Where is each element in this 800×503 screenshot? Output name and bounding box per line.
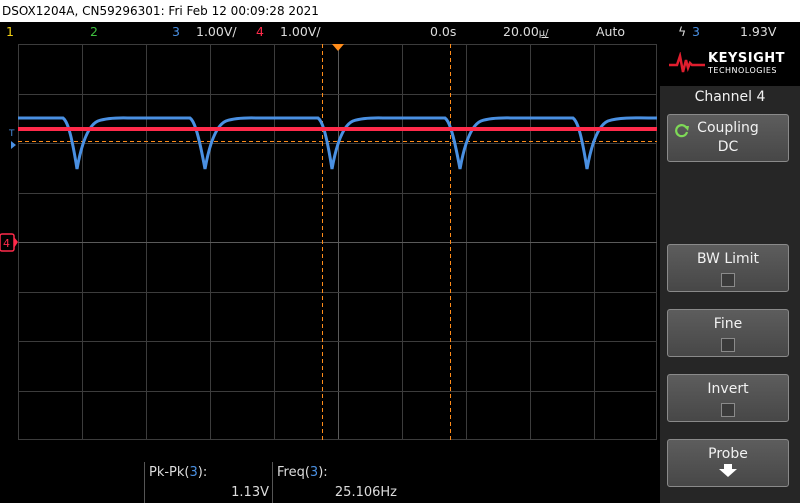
coupling-softkey[interactable]: Coupling DC [667,114,789,162]
waveform-display: T 4 [0,41,660,462]
time-scale: 20.00µ/ [503,22,549,43]
trigger-source: 3 [692,24,700,39]
fine-softkey[interactable]: Fine [667,309,789,357]
bw-limit-softkey[interactable]: BW Limit [667,244,789,292]
probe-softkey[interactable]: Probe [667,439,789,487]
fine-label: Fine [713,316,743,332]
brand-area: KEYSIGHT TECHNOLOGIES [660,41,800,86]
bw-limit-label: BW Limit [696,251,760,267]
rotate-knob-arrow [684,126,689,131]
brand-subtitle: TECHNOLOGIES [708,66,777,75]
measurement-freq-name: Freq( [277,465,310,480]
channel-4-scale: 1.00V/ [280,24,321,39]
trigger-position-marker[interactable] [332,44,344,51]
measurement-pkpk-channel: 3 [189,465,198,480]
arrow-down-shape [719,464,737,477]
channel-3-ground-marker[interactable] [11,141,16,149]
coupling-value: DC [717,139,739,155]
trigger-level: 1.93V [740,24,777,39]
measurement-pkpk-label: Pk-Pk(3): [149,465,207,480]
fine-checkbox[interactable] [721,338,735,352]
measurement-pkpk-value: 1.13V [231,485,269,500]
time-scale-value: 20.00 [503,24,539,39]
measurement-pkpk-suffix: ): [197,465,208,480]
channel-4-marker-arrow [14,237,18,248]
trigger-slope-icon: ϟ [678,24,687,39]
measurement-freq[interactable]: Freq(3): 25.106Hz [272,462,401,503]
bw-limit-checkbox[interactable] [721,273,735,287]
channel-3-indicator[interactable]: 3 [172,22,180,41]
brand-name: KEYSIGHT [708,51,785,66]
trigger-mode: Auto [596,24,626,39]
status-bar: 1 2 3 1.00V/ 4 1.00V/ 0.0s 20.00µ/ Auto … [0,22,800,41]
menu-title: Channel 4 [694,89,766,105]
measurement-pkpk[interactable]: Pk-Pk(3): 1.13V [144,462,273,503]
measurement-freq-suffix: ): [318,465,328,480]
channel-4-marker-label: 4 [3,237,10,250]
keysight-logo-icon [669,52,705,73]
arrow-down-icon [719,464,737,477]
channel-2-indicator[interactable]: 2 [90,22,98,41]
measurement-freq-label: Freq(3): [277,465,328,480]
channel-1-indicator[interactable]: 1 [6,22,14,41]
channel-3-scale: 1.00V/ [196,24,237,39]
grid [18,44,657,440]
rotate-knob-icon [675,124,689,138]
channel-4-ground-marker[interactable]: 4 [0,233,18,252]
measurement-pkpk-name: Pk-Pk( [149,465,190,480]
measurement-freq-channel: 3 [309,465,319,480]
trigger-level-marker[interactable]: T [8,129,15,139]
invert-softkey[interactable]: Invert [667,374,789,422]
measurement-freq-value: 25.106Hz [334,485,397,500]
time-offset: 0.0s [430,24,457,39]
channel-4-indicator[interactable]: 4 [256,22,264,41]
probe-label: Probe [708,446,748,462]
waveform-svg: T 4 [0,44,658,440]
measurement-bar: Pk-Pk(3): 1.13V Freq(3): 25.106Hz [0,462,660,503]
keysight-logo-wave [669,52,705,73]
invert-checkbox[interactable] [721,403,735,417]
softkey-sidebar: KEYSIGHT TECHNOLOGIES Channel 4 Coupling… [660,41,800,503]
window-title: DSOX1204A, CN59296301: Fri Feb 12 00:09:… [0,0,800,22]
time-scale-unit: µ/ [538,28,549,39]
invert-label: Invert [707,381,749,397]
